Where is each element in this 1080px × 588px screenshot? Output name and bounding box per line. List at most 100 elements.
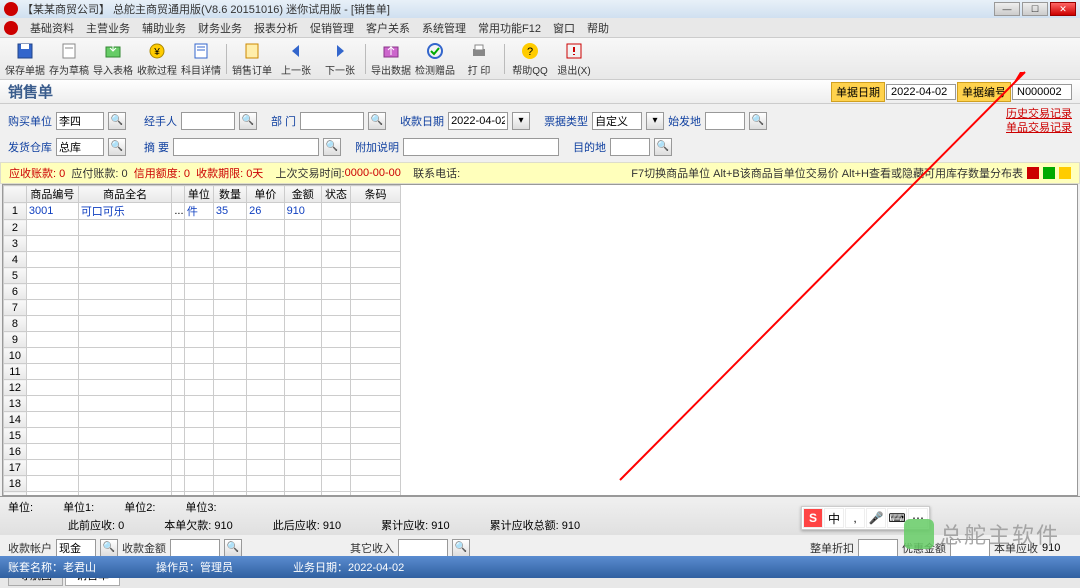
summary-input[interactable] xyxy=(173,138,319,156)
document-header: 销售单 单据日期 2022-04-02 单据编号 N000002 xyxy=(0,80,1080,104)
buyer-input[interactable] xyxy=(56,112,104,130)
col-header[interactable] xyxy=(172,186,184,203)
toolbar-import-button[interactable]: 导入表格 xyxy=(92,40,134,78)
ar-text: 应收账款: 0 xyxy=(9,165,65,181)
menu-f12[interactable]: 常用功能F12 xyxy=(478,20,541,36)
col-header[interactable]: 商品编号 xyxy=(26,186,78,203)
col-header[interactable]: 条码 xyxy=(351,186,401,203)
table-row[interactable]: 11 xyxy=(4,364,401,380)
menu-aux[interactable]: 辅助业务 xyxy=(142,20,186,36)
billtype-dropdown-button[interactable]: ▾ xyxy=(646,112,664,130)
minimize-button[interactable]: — xyxy=(994,2,1020,16)
toolbar-prev-button[interactable]: 上一张 xyxy=(275,40,317,78)
table-row[interactable]: 14 xyxy=(4,412,401,428)
menu-crm[interactable]: 客户关系 xyxy=(366,20,410,36)
amt-input[interactable] xyxy=(170,539,220,557)
recvdate-dropdown-button[interactable]: ▾ xyxy=(512,112,530,130)
menu-main[interactable]: 主营业务 xyxy=(86,20,130,36)
table-row[interactable]: 7 xyxy=(4,300,401,316)
toolbar-order-button[interactable]: 销售订单 xyxy=(231,40,273,78)
recvdate-input[interactable] xyxy=(448,112,508,130)
total-recv: 累计应收: 910 xyxy=(381,517,449,533)
menu-promo[interactable]: 促销管理 xyxy=(310,20,354,36)
table-row[interactable]: 12 xyxy=(4,380,401,396)
table-row[interactable]: 10 xyxy=(4,348,401,364)
ime-logo-icon[interactable]: S xyxy=(803,508,823,528)
table-row[interactable]: 19 xyxy=(4,492,401,497)
table-row[interactable]: 6 xyxy=(4,284,401,300)
toolbar-detail-button[interactable]: 科目详情 xyxy=(180,40,222,78)
col-header[interactable]: 数量 xyxy=(213,186,246,203)
extra-input[interactable] xyxy=(403,138,559,156)
col-header[interactable]: 单位 xyxy=(184,186,213,203)
window-titlebar: 【某某商贸公司】 总舵主商贸通用版(V8.6 20151016) 迷你试用版 -… xyxy=(0,0,1080,18)
handler-input[interactable] xyxy=(181,112,235,130)
toolbar-next-button[interactable]: 下一张 xyxy=(319,40,361,78)
menu-report[interactable]: 报表分析 xyxy=(254,20,298,36)
toolbar: 保存单据存为草稿导入表格¥收款过程科目详情销售订单上一张下一张导出数据检测赠品打… xyxy=(0,38,1080,80)
ime-lang[interactable]: 中 xyxy=(824,508,844,528)
single-link[interactable]: 单品交易记录 xyxy=(1006,121,1072,135)
menu-finance[interactable]: 财务业务 xyxy=(198,20,242,36)
close-button[interactable]: ✕ xyxy=(1050,2,1076,16)
acct-lookup-button[interactable]: 🔍 xyxy=(100,539,118,557)
history-link[interactable]: 历史交易记录 xyxy=(1006,107,1072,121)
menu-basic[interactable]: 基础资料 xyxy=(30,20,74,36)
col-header[interactable]: 单价 xyxy=(247,186,284,203)
dest-lookup-button[interactable]: 🔍 xyxy=(654,138,672,156)
table-row[interactable]: 4 xyxy=(4,252,401,268)
buyer-lookup-button[interactable]: 🔍 xyxy=(108,112,126,130)
table-row[interactable]: 3 xyxy=(4,236,401,252)
doc-no-label: 单据编号 xyxy=(957,82,1011,102)
col-header[interactable]: 状态 xyxy=(321,186,350,203)
doc-no-value[interactable]: N000002 xyxy=(1012,84,1072,100)
start-lookup-button[interactable]: 🔍 xyxy=(749,112,767,130)
ime-punct[interactable]: , xyxy=(845,508,865,528)
wh-lookup-button[interactable]: 🔍 xyxy=(108,138,126,156)
grid-icon[interactable] xyxy=(1043,167,1055,179)
toolbar-pay-button[interactable]: ¥收款过程 xyxy=(136,40,178,78)
bulb-icon[interactable] xyxy=(1059,167,1071,179)
menu-window[interactable]: 窗口 xyxy=(553,20,575,36)
col-header[interactable] xyxy=(4,186,27,203)
line-items-grid[interactable]: 商品编号商品全名单位数量单价金额状态条码13001可口可乐...件3526910… xyxy=(2,184,1078,496)
wh-input[interactable] xyxy=(56,138,104,156)
table-row[interactable]: 17 xyxy=(4,460,401,476)
col-header[interactable]: 金额 xyxy=(284,186,321,203)
maximize-button[interactable]: ☐ xyxy=(1022,2,1048,16)
ime-mic-icon[interactable]: 🎤 xyxy=(866,508,886,528)
dept-lookup-button[interactable]: 🔍 xyxy=(368,112,386,130)
acct-input[interactable] xyxy=(56,539,96,557)
other-lookup-button[interactable]: 🔍 xyxy=(452,539,470,557)
summary-lookup-button[interactable]: 🔍 xyxy=(323,138,341,156)
table-row[interactable]: 15 xyxy=(4,428,401,444)
toolbar-exit-button[interactable]: 退出(X) xyxy=(553,40,595,78)
billtype-input[interactable] xyxy=(592,112,642,130)
table-row[interactable]: 16 xyxy=(4,444,401,460)
amt-lookup-button[interactable]: 🔍 xyxy=(224,539,242,557)
disc-input[interactable] xyxy=(858,539,898,557)
toolbar-draft-button[interactable]: 存为草稿 xyxy=(48,40,90,78)
table-row[interactable]: 5 xyxy=(4,268,401,284)
toolbar-check-button[interactable]: 检测赠品 xyxy=(414,40,456,78)
dest-input[interactable] xyxy=(610,138,650,156)
toolbar-export-button[interactable]: 导出数据 xyxy=(370,40,412,78)
doc-date-value[interactable]: 2022-04-02 xyxy=(886,84,956,100)
table-row[interactable]: 8 xyxy=(4,316,401,332)
menu-help[interactable]: 帮助 xyxy=(587,20,609,36)
start-input[interactable] xyxy=(705,112,745,130)
table-row[interactable]: 18 xyxy=(4,476,401,492)
table-row[interactable]: 13 xyxy=(4,396,401,412)
toolbar-print-button[interactable]: 打 印 xyxy=(458,40,500,78)
other-input[interactable] xyxy=(398,539,448,557)
col-header[interactable]: 商品全名 xyxy=(78,186,172,203)
handler-lookup-button[interactable]: 🔍 xyxy=(239,112,257,130)
table-row[interactable]: 9 xyxy=(4,332,401,348)
toolbar-save-button[interactable]: 保存单据 xyxy=(4,40,46,78)
toolbar-help-button[interactable]: ?帮助QQ xyxy=(509,40,551,78)
flag-icon[interactable] xyxy=(1027,167,1039,179)
menu-system[interactable]: 系统管理 xyxy=(422,20,466,36)
table-row[interactable]: 13001可口可乐...件3526910 xyxy=(4,203,401,220)
table-row[interactable]: 2 xyxy=(4,220,401,236)
dept-input[interactable] xyxy=(300,112,364,130)
